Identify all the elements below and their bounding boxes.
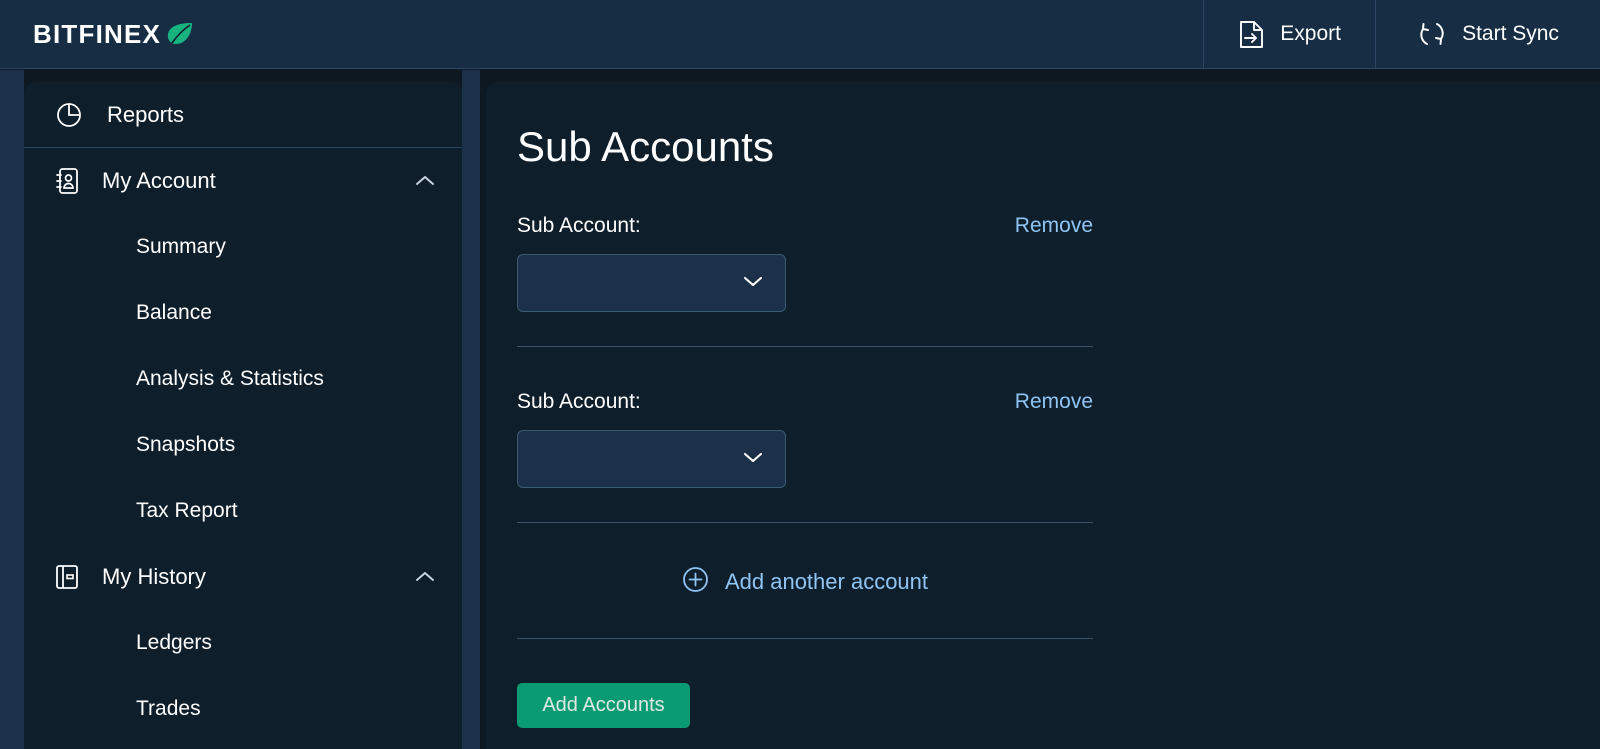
row-divider [517,638,1093,639]
sidebar-group-my-account-label: My Account [102,168,216,193]
sidebar-scrollbar[interactable] [462,70,480,749]
export-button-label: Export [1280,22,1341,45]
sidebar-item-balance[interactable]: Balance [24,280,462,346]
sidebar-group-my-account[interactable]: My Account [24,148,462,214]
sidebar-item-balance-label: Balance [136,301,212,324]
address-book-icon [53,166,83,196]
remove-sub-account-link[interactable]: Remove [1015,214,1093,238]
sub-account-label: Sub Account: [517,214,641,237]
sidebar-item-summary[interactable]: Summary [24,214,462,280]
start-sync-button-label: Start Sync [1462,22,1559,45]
sidebar-item-snapshots-label: Snapshots [136,433,236,456]
body-area: Reports My Account Summary Balance Analy… [0,70,1600,749]
sidebar-group-my-history[interactable]: My History [24,544,462,610]
sub-account-row: Sub Account: Remove [517,171,1093,312]
plus-circle-icon [682,566,709,598]
add-another-account-label: Add another account [724,569,929,594]
sidebar-item-ledgers-label: Ledgers [136,631,212,654]
sidebar-item-analysis-statistics-label: Analysis & Statistics [136,367,324,390]
sidebar-item-snapshots[interactable]: Snapshots [24,412,462,478]
sidebar-item-tax-report[interactable]: Tax Report [24,478,462,544]
sidebar-item-analysis-statistics[interactable]: Analysis & Statistics [24,346,462,412]
sidebar-item-reports-label: Reports [107,101,185,127]
app-header: BITFINEX Export Start Sync [0,0,1600,69]
sub-account-label: Sub Account: [517,390,641,413]
sidebar-item-reports[interactable]: Reports [24,82,462,148]
sidebar-group-my-history-label: My History [102,564,206,589]
brand-name: BITFINEX [33,18,162,49]
sub-account-select[interactable] [517,254,786,312]
chevron-down-icon [742,450,764,469]
sub-accounts-form: Sub Account: Remove Sub Account: Remove … [486,171,1600,728]
sidebar-item-trades[interactable]: Trades [24,676,462,742]
sub-account-select[interactable] [517,430,786,488]
sidebar-item-ledgers[interactable]: Ledgers [24,610,462,676]
sidebar-nav: Reports My Account Summary Balance Analy… [24,82,462,749]
brand-logo[interactable]: BITFINEX [0,0,1203,68]
pie-chart-icon [55,101,85,129]
remove-sub-account-link[interactable]: Remove [1015,390,1093,414]
chevron-down-icon [742,274,764,293]
add-accounts-button[interactable]: Add Accounts [517,683,690,728]
sub-account-row-header: Sub Account: Remove [517,390,1093,414]
chevron-up-icon[interactable] [415,174,435,188]
file-export-icon [1238,20,1265,49]
sub-account-row-header: Sub Account: Remove [517,214,1093,238]
sub-account-row: Sub Account: Remove [517,347,1093,488]
page-title: Sub Accounts [517,123,774,170]
start-sync-button[interactable]: Start Sync [1375,0,1600,68]
book-icon [53,562,83,592]
chevron-up-icon[interactable] [415,570,435,584]
sync-refresh-icon [1417,19,1447,49]
sidebar-item-tax-report-label: Tax Report [136,499,238,522]
add-another-account-button[interactable]: Add another account [517,523,1093,638]
main-content-panel: Sub Accounts Sub Account: Remove Sub Acc… [486,82,1600,749]
leaf-icon [165,21,195,47]
sidebar-item-summary-label: Summary [136,235,226,258]
sidebar-item-trades-label: Trades [136,697,201,720]
export-button[interactable]: Export [1203,0,1375,68]
